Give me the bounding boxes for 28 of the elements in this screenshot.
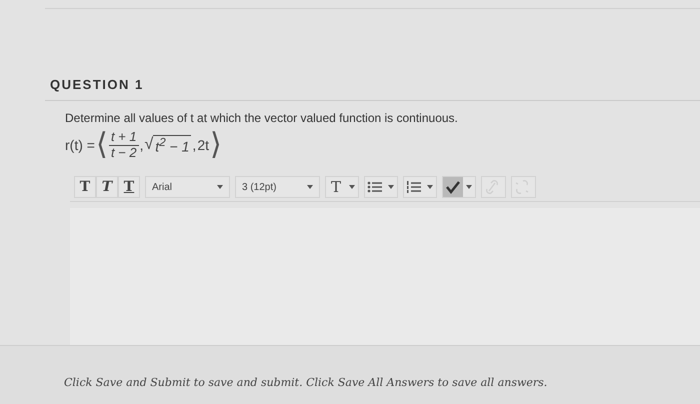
caret-icon: [217, 185, 223, 189]
instructions-text: Click Save and Submit to save and submit. Click Save All Answers to save all answers.: [64, 376, 548, 388]
question-title: QUESTION 1: [50, 77, 145, 92]
radical-sign: √: [144, 136, 154, 154]
spellcheck-icon: [445, 179, 461, 195]
formula-comma: ,: [140, 137, 144, 153]
formula-lhs: r(t) =: [65, 137, 95, 153]
caret-icon: [307, 185, 313, 189]
caret-icon[interactable]: [388, 185, 394, 189]
caret-icon[interactable]: [427, 185, 433, 189]
italic-button[interactable]: T: [96, 176, 118, 198]
bullet-list-icon: [367, 180, 383, 194]
question-text: Determine all values of t at which the vector valued function is continuous.: [65, 111, 459, 125]
radicand: t$^{2}$ − 1: [153, 135, 192, 155]
fraction-numerator: t + 1: [108, 130, 139, 146]
formula-comma: ,: [192, 137, 196, 153]
bold-button[interactable]: T: [74, 176, 96, 198]
angle-bracket: ⟨: [96, 130, 108, 160]
angle-bracket: ⟩: [210, 130, 222, 160]
underline-button[interactable]: T: [118, 176, 140, 198]
fraction-denominator: t − 2: [110, 146, 137, 160]
caret-icon[interactable]: [349, 185, 355, 189]
font-dropdown[interactable]: Arial: [145, 176, 230, 198]
numbered-list-icon: [406, 180, 422, 194]
font-size-dropdown[interactable]: 3 (12pt): [235, 176, 320, 198]
formula-term: 2t: [197, 137, 209, 153]
caret-icon[interactable]: [466, 185, 472, 189]
spellcheck-button[interactable]: [443, 177, 463, 197]
